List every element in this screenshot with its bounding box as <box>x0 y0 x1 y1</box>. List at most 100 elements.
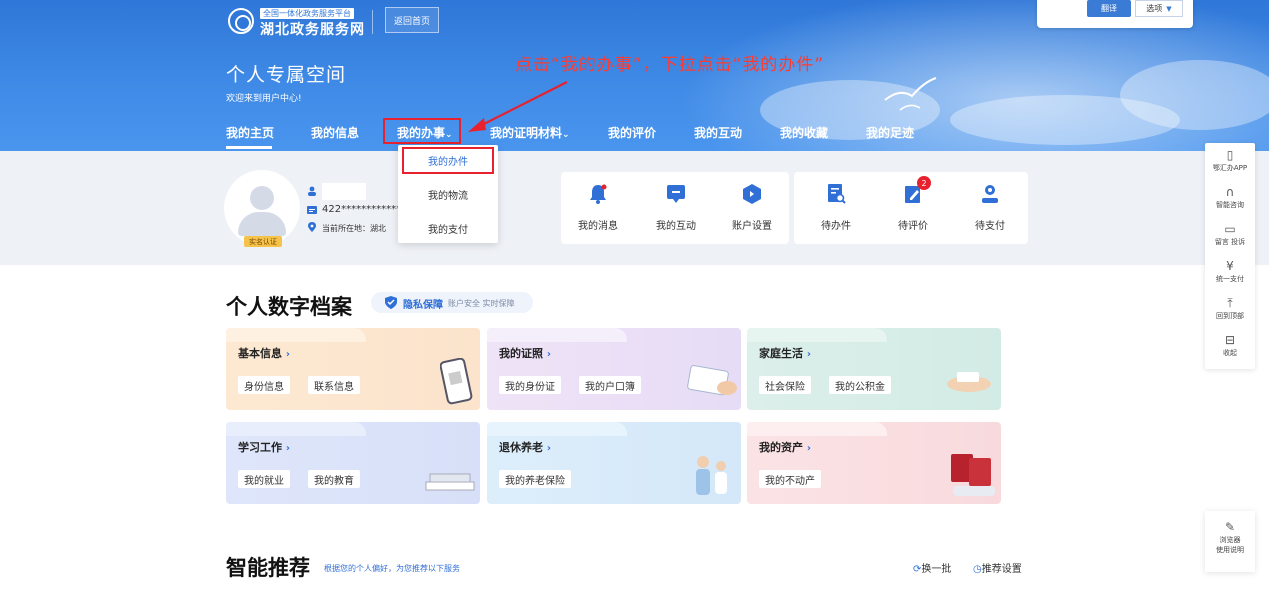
collapse-icon: ⊟ <box>1224 333 1236 347</box>
quick-account-settings[interactable]: 账户设置 <box>717 183 787 232</box>
privacy-badge: 隐私保障 账户安全 实时保障 <box>371 292 533 313</box>
card-title: 退休养老 › <box>499 441 551 454</box>
quick-my-interactions[interactable]: 我的互动 <box>641 183 711 232</box>
privacy-title: 隐私保障 <box>403 300 443 311</box>
quick-pending-reviews[interactable]: 待评价 <box>878 183 948 232</box>
recommend-title: 智能推荐 <box>226 556 310 580</box>
avatar[interactable] <box>226 172 298 244</box>
archive-card-family-life[interactable]: 家庭生活 › 社会保险 我的公积金 <box>747 328 1001 410</box>
chip-contact-info[interactable]: 联系信息 <box>308 376 360 394</box>
chevron-right-icon: › <box>285 443 290 454</box>
privacy-subtitle: 账户安全 实时保障 <box>448 299 515 308</box>
dropdown-highlight-box <box>402 147 494 174</box>
books-illustration-icon <box>425 473 475 491</box>
archive-title: 个人数字档案 <box>226 295 352 319</box>
archive-card-basic-info[interactable]: 基本信息 › 身份信息 联系信息 <box>226 328 480 410</box>
card-title: 我的资产 › <box>759 441 811 454</box>
chip-my-pension-insurance[interactable]: 我的养老保险 <box>499 470 571 488</box>
archive-card-study-work[interactable]: 学习工作 › 我的就业 我的教育 <box>226 422 480 504</box>
headset-icon: ∩ <box>1225 185 1235 199</box>
logo-subtitle: 全国一体化政务服务平台 <box>260 8 354 19</box>
pending-review-count-badge: 2 <box>917 176 931 190</box>
chip-social-insurance[interactable]: 社会保险 <box>759 376 811 394</box>
recommend-settings-button[interactable]: ◷推荐设置 <box>973 560 1022 575</box>
nav-my-footprints[interactable]: 我的足迹 <box>866 124 914 141</box>
nav-active-underline <box>226 146 272 149</box>
quick-pending-items-label: 待办件 <box>821 221 851 232</box>
archive-card-my-licenses[interactable]: 我的证照 › 我的身份证 我的户口簿 <box>487 328 741 410</box>
archive-card-my-assets[interactable]: 我的资产 › 我的不动产 <box>747 422 1001 504</box>
chat-icon <box>667 185 685 203</box>
chevron-right-icon: › <box>546 443 551 454</box>
sidebar-back-to-top-label: 回到顶部 <box>1216 312 1244 320</box>
quick-pending-payments-label: 待支付 <box>975 221 1005 232</box>
chip-my-housing-fund[interactable]: 我的公积金 <box>829 376 891 394</box>
location-icon <box>308 222 316 232</box>
quick-my-messages[interactable]: 我的消息 <box>563 183 633 232</box>
caret-down-icon: ▼ <box>1166 4 1172 13</box>
user-name-masked <box>322 183 366 200</box>
nav-my-info[interactable]: 我的信息 <box>311 124 359 141</box>
bell-icon <box>590 184 607 204</box>
quick-pending-items[interactable]: 待办件 <box>801 183 871 232</box>
quick-my-messages-label: 我的消息 <box>578 221 618 232</box>
clock-settings-icon: ◷ <box>973 564 982 575</box>
translate-button[interactable]: 翻译 <box>1087 0 1131 17</box>
chip-my-real-estate[interactable]: 我的不动产 <box>759 470 821 488</box>
quick-pending-payments[interactable]: 待支付 <box>955 183 1025 232</box>
chip-identity-info[interactable]: 身份信息 <box>238 376 290 394</box>
sidebar-feedback[interactable]: ▭ 留言 投诉 <box>1205 222 1255 247</box>
chip-my-household-register[interactable]: 我的户口簿 <box>579 376 641 394</box>
bird-decoration <box>884 77 937 111</box>
refresh-batch-button[interactable]: ⟳换一批 <box>913 560 951 575</box>
quick-my-interactions-label: 我的互动 <box>656 221 696 232</box>
sidebar-collapse-label: 收起 <box>1223 349 1237 357</box>
chevron-right-icon: › <box>806 443 811 454</box>
nav-home[interactable]: 我的主页 <box>226 124 274 141</box>
quick-pending-reviews-label: 待评价 <box>898 221 928 232</box>
nav-my-reviews[interactable]: 我的评价 <box>608 124 656 141</box>
logo-divider <box>372 10 373 34</box>
chip-my-employment[interactable]: 我的就业 <box>238 470 290 488</box>
logo-title[interactable]: 湖北政务服务网 <box>260 19 365 39</box>
browser-guide-button[interactable]: ✎ 浏览器 使用说明 <box>1205 511 1255 572</box>
sidebar-unified-pay[interactable]: ¥ 统一支付 <box>1205 259 1255 284</box>
archive-card-retirement[interactable]: 退休养老 › 我的养老保险 <box>487 422 741 504</box>
sidebar-smart-consult[interactable]: ∩ 智能咨询 <box>1205 185 1255 210</box>
id-card-icon <box>307 206 317 214</box>
elderly-couple-illustration-icon <box>696 456 727 495</box>
sidebar-collapse[interactable]: ⊟ 收起 <box>1205 333 1255 358</box>
chip-my-id-card[interactable]: 我的身份证 <box>499 376 561 394</box>
chevron-right-icon: › <box>546 349 551 360</box>
translate-options-select[interactable]: 选项 ▼ <box>1135 0 1183 17</box>
arrow-up-icon: ⤒ <box>1227 296 1233 310</box>
card-title: 学习工作 › <box>238 441 290 454</box>
auth-badge[interactable]: 实名认证 <box>244 236 282 247</box>
refresh-batch-label: 换一批 <box>921 564 952 575</box>
page-title: 个人专属空间 <box>226 64 347 86</box>
document-search-icon <box>828 184 846 204</box>
annotation-arrow-icon <box>468 81 568 132</box>
sidebar-app[interactable]: ▯ 鄂汇办APP <box>1205 148 1255 173</box>
sidebar-back-to-top[interactable]: ⤒ 回到顶部 <box>1205 296 1255 321</box>
yen-coin-icon: ¥ <box>1226 259 1234 273</box>
user-icon <box>308 186 316 196</box>
card-title: 家庭生活 › <box>759 347 811 360</box>
welcome-text: 欢迎来到用户中心! <box>226 94 302 104</box>
nav-my-favorites[interactable]: 我的收藏 <box>780 124 828 141</box>
hand-card-illustration-icon <box>947 372 991 392</box>
chip-my-education[interactable]: 我的教育 <box>308 470 360 488</box>
browser-guide-line1: 浏览器 <box>1219 536 1241 544</box>
current-location: 当前所在地：湖北 <box>322 224 386 233</box>
back-home-button[interactable]: 返回首页 <box>385 7 439 33</box>
chevron-right-icon: › <box>806 349 811 360</box>
sidebar-smart-consult-label: 智能咨询 <box>1216 201 1244 209</box>
dropdown-my-payments[interactable]: 我的支付 <box>398 221 498 236</box>
nav-my-interactions[interactable]: 我的互动 <box>694 124 742 141</box>
card-title: 我的证照 › <box>499 347 551 360</box>
recommend-settings-label: 推荐设置 <box>981 564 1022 575</box>
logo-icon[interactable] <box>228 8 254 34</box>
right-float-toolbar: ▯ 鄂汇办APP ∩ 智能咨询 ▭ 留言 投诉 ¥ 统一支付 ⤒ 回到顶部 ⊟ … <box>1205 143 1255 369</box>
phone-icon <box>440 358 473 405</box>
dropdown-my-logistics[interactable]: 我的物流 <box>398 187 498 202</box>
